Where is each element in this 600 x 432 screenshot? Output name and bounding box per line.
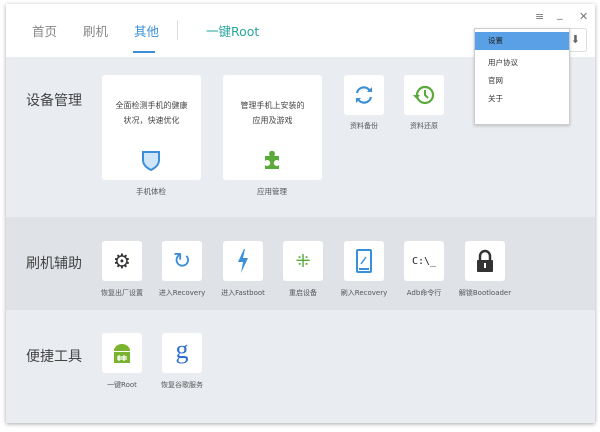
close-icon[interactable]: ✕ xyxy=(579,10,588,23)
lightning-icon xyxy=(238,249,248,273)
sync-icon xyxy=(355,86,373,104)
google-icon: g xyxy=(175,335,189,364)
card-desc-line: 全面检测手机的健康 xyxy=(115,101,188,110)
download-icon: ⬇ xyxy=(570,33,580,46)
flash-recovery-button[interactable] xyxy=(344,241,384,281)
card-desc: 管理手机上安装的 应用及游戏 xyxy=(223,98,322,128)
tile-label: Adb命令行 xyxy=(406,289,442,297)
section-quick-tools: 便捷工具 一键Root g 恢复谷歌服务 xyxy=(6,310,595,423)
menu-icon[interactable]: ≡ xyxy=(535,10,544,23)
backup-button[interactable] xyxy=(344,75,384,115)
card-desc: 全面检测手机的健康 状况，快速优化 xyxy=(102,98,201,128)
tile-label: 恢复谷歌服务 xyxy=(161,381,203,389)
tab-home[interactable]: 首页 xyxy=(32,21,57,40)
tile-label: 资料还原 xyxy=(410,122,438,130)
section-title: 设备管理 xyxy=(26,93,82,109)
puzzle-icon xyxy=(265,150,279,169)
menu-item-user-agreement[interactable]: 用户协议 xyxy=(475,54,569,72)
dropdown-menu: 设置 用户协议 官网 关于 xyxy=(474,28,570,125)
divider xyxy=(177,20,178,40)
tab-one-click-root[interactable]: 一键Root xyxy=(206,21,259,40)
reboot-button[interactable]: ⁜ xyxy=(283,241,323,281)
card-desc-line: 管理手机上安装的 xyxy=(240,101,305,110)
tablet-icon xyxy=(356,249,372,273)
card-label: 手机体检 xyxy=(136,187,166,196)
loading-icon: ⁜ xyxy=(295,250,311,272)
card-label: 应用管理 xyxy=(257,187,287,196)
menu-item-website[interactable]: 官网 xyxy=(475,72,569,90)
refresh-icon: ↻ xyxy=(172,248,192,274)
card-app-management[interactable]: 管理手机上安装的 应用及游戏 xyxy=(223,75,322,180)
menu-item-about[interactable]: 关于 xyxy=(475,90,569,108)
tile-label: 进入Recovery xyxy=(158,289,206,297)
tab-flash[interactable]: 刷机 xyxy=(83,21,108,40)
enter-recovery-button[interactable]: ↻ xyxy=(162,241,202,281)
adb-command-button[interactable]: C:\_ xyxy=(404,241,444,281)
android-root-icon xyxy=(114,344,130,363)
card-phone-checkup[interactable]: 全面检测手机的健康 状况，快速优化 xyxy=(102,75,201,180)
one-click-root-button[interactable] xyxy=(102,333,142,373)
tab-other[interactable]: 其他 xyxy=(134,21,159,40)
history-icon xyxy=(413,85,435,105)
tile-label: 解锁Bootloader xyxy=(458,289,512,297)
tile-label: 重启设备 xyxy=(289,289,317,297)
card-desc-line: 状况，快速优化 xyxy=(123,116,180,125)
minimize-icon[interactable]: _ xyxy=(557,7,563,20)
unlock-bootloader-button[interactable] xyxy=(465,241,505,281)
menu-item-settings[interactable]: 设置 xyxy=(475,32,569,50)
restore-button[interactable] xyxy=(404,75,444,115)
terminal-icon: C:\_ xyxy=(411,255,437,267)
factory-reset-button[interactable]: ⚙ xyxy=(102,241,142,281)
restore-google-services-button[interactable]: g xyxy=(162,333,202,373)
shield-icon xyxy=(142,151,160,171)
card-desc-line: 应用及游戏 xyxy=(252,116,293,125)
section-title: 便捷工具 xyxy=(26,349,82,365)
lock-icon xyxy=(477,249,493,272)
section-flash-assist: 刷机辅助 ⚙ 恢复出厂设置 ↻ 进入Recovery 进入Fastboot ⁜ … xyxy=(6,217,595,310)
active-tab-indicator xyxy=(133,51,155,53)
enter-fastboot-button[interactable] xyxy=(223,241,263,281)
section-title: 刷机辅助 xyxy=(26,256,82,272)
gears-icon: ⚙ xyxy=(113,249,131,273)
